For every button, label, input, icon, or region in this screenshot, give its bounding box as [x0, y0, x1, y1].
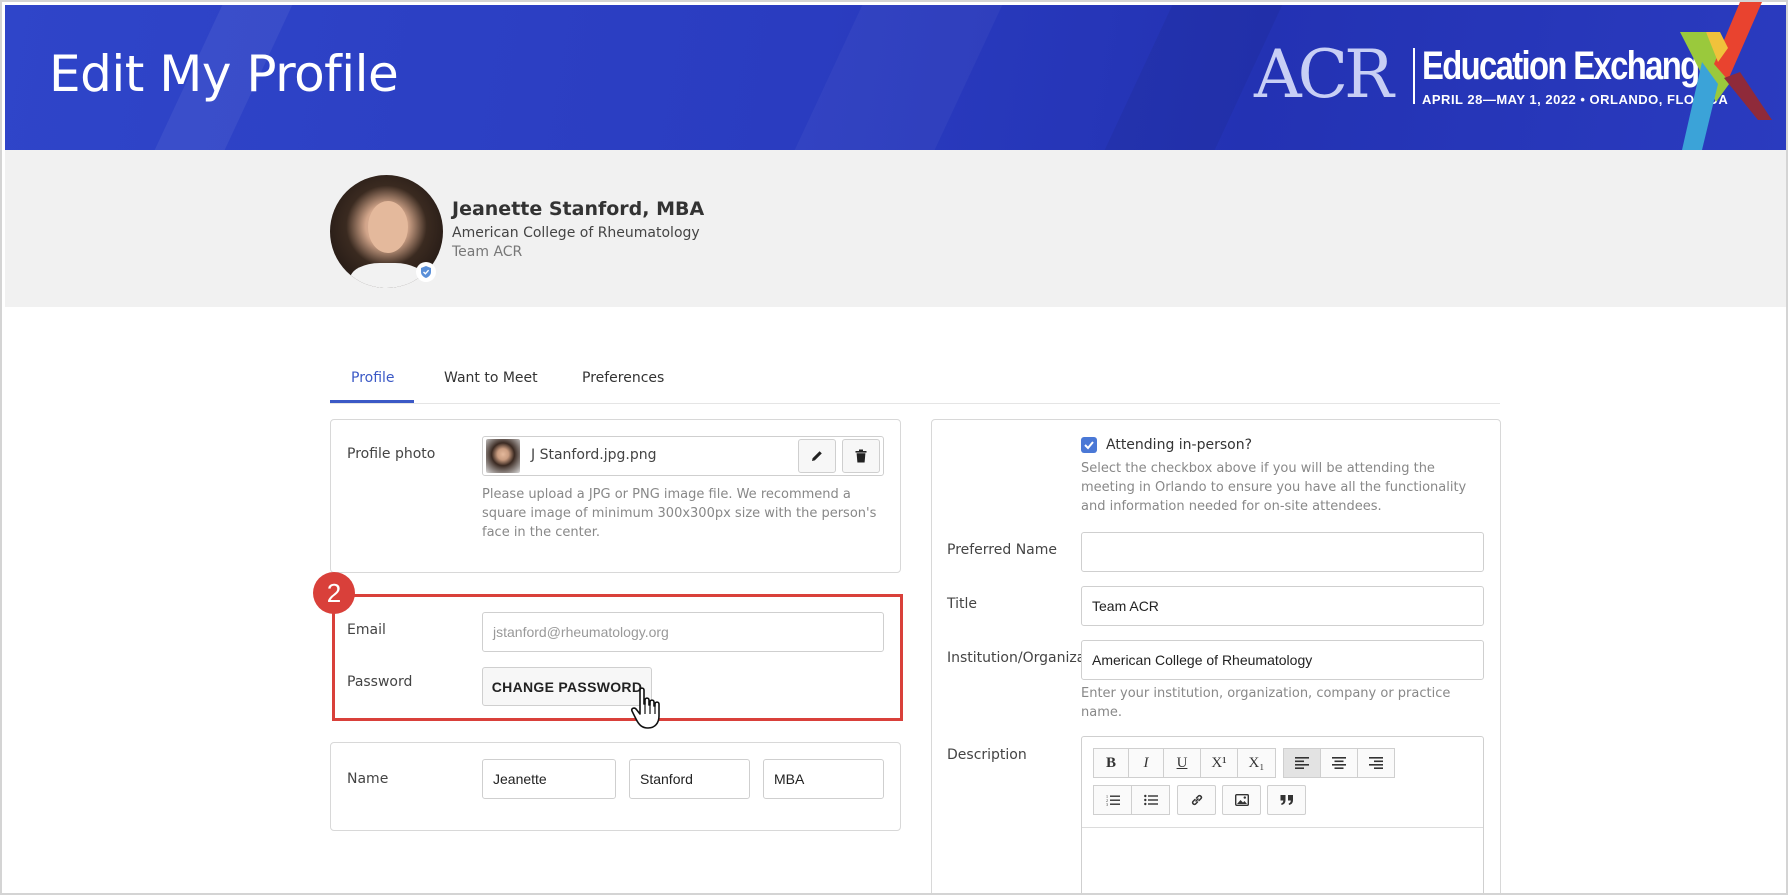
app-frame: Edit My Profile ACR Education Exchange A…: [0, 0, 1788, 895]
page-title: Edit My Profile: [49, 45, 399, 103]
change-password-button[interactable]: CHANGE PASSWORD: [482, 667, 652, 706]
attending-checkbox[interactable]: [1081, 437, 1097, 453]
tab-preferences[interactable]: Preferences: [582, 370, 664, 386]
photo-thumbnail: [486, 439, 520, 473]
profile-tabs: Profile Want to Meet Preferences: [330, 362, 1500, 404]
avatar-face: [368, 201, 408, 253]
checkmark-icon: [1084, 441, 1094, 450]
institution-label: Institution/Organizat: [947, 650, 1081, 666]
profile-name: Jeanette Stanford, MBA: [452, 198, 705, 220]
ordered-list-button[interactable]: 123: [1093, 785, 1132, 815]
attending-label: Attending in-person?: [1106, 437, 1253, 453]
step-callout-badge: 2: [313, 572, 355, 614]
logo-divider: [1413, 48, 1415, 104]
email-field[interactable]: jstanford@rheumatology.org: [482, 612, 884, 652]
profile-photo-label: Profile photo: [347, 446, 436, 462]
profile-organization: American College of Rheumatology: [452, 225, 700, 241]
quote-icon: [1280, 795, 1293, 805]
align-left-icon: [1295, 757, 1309, 769]
editor-toolbar-divider: [1082, 827, 1483, 828]
description-label: Description: [947, 747, 1027, 763]
preferred-name-field[interactable]: [1081, 532, 1484, 572]
photo-help-text: Please upload a JPG or PNG image file. W…: [482, 487, 877, 540]
trash-icon: [855, 449, 867, 463]
profile-summary-strip: [5, 150, 1786, 307]
profile-team: Team ACR: [452, 244, 523, 260]
tab-profile[interactable]: Profile: [351, 370, 395, 386]
verified-badge-icon: [416, 262, 436, 282]
photo-file-field[interactable]: J Stanford.jpg.png: [482, 436, 884, 476]
link-icon: [1191, 794, 1202, 806]
blockquote-button[interactable]: [1267, 785, 1306, 815]
bullet-list-button[interactable]: [1131, 785, 1170, 815]
italic-button[interactable]: I: [1128, 748, 1164, 778]
bold-button[interactable]: B: [1093, 748, 1129, 778]
subscript-button[interactable]: X₁: [1237, 748, 1276, 778]
avatar-shirt: [350, 263, 425, 288]
preferred-name-label: Preferred Name: [947, 542, 1058, 558]
align-right-icon: [1369, 757, 1383, 769]
delete-photo-button[interactable]: [842, 439, 880, 473]
password-label: Password: [347, 674, 413, 690]
photo-file-name: J Stanford.jpg.png: [531, 447, 657, 463]
hand-pointer-cursor-icon: [631, 687, 660, 729]
x-logo-icon: [1680, 2, 1772, 150]
tab-want-to-meet[interactable]: Want to Meet: [444, 370, 538, 386]
logo-acr-text: ACR: [1254, 36, 1394, 113]
superscript-button[interactable]: X¹: [1200, 748, 1238, 778]
pencil-icon: [812, 451, 822, 461]
align-center-button[interactable]: [1320, 748, 1358, 778]
active-tab-indicator: [330, 400, 414, 403]
first-name-field[interactable]: Jeanette: [482, 759, 616, 799]
title-label: Title: [947, 596, 978, 612]
attending-help-text: Select the checkbox above if you will be…: [1081, 461, 1467, 514]
banner-decoration: [778, 5, 1012, 150]
name-label: Name: [347, 771, 389, 787]
last-name-field[interactable]: Stanford: [629, 759, 750, 799]
link-button[interactable]: [1177, 785, 1216, 815]
image-button[interactable]: [1222, 785, 1261, 815]
institution-field[interactable]: American College of Rheumatology: [1081, 640, 1484, 680]
align-left-button[interactable]: [1283, 748, 1321, 778]
ordered-list-icon: 123: [1106, 794, 1120, 806]
align-right-button[interactable]: [1357, 748, 1395, 778]
image-icon: [1234, 794, 1249, 806]
title-field[interactable]: Team ACR: [1081, 586, 1484, 626]
edit-photo-button[interactable]: [798, 439, 836, 473]
align-center-icon: [1332, 757, 1346, 769]
email-label: Email: [347, 622, 386, 638]
suffix-field[interactable]: MBA: [763, 759, 884, 799]
institution-help-text: Enter your institution, organization, co…: [1081, 686, 1451, 720]
bullet-list-icon: [1143, 794, 1158, 806]
underline-button[interactable]: U: [1163, 748, 1201, 778]
svg-text:3: 3: [1106, 802, 1108, 806]
